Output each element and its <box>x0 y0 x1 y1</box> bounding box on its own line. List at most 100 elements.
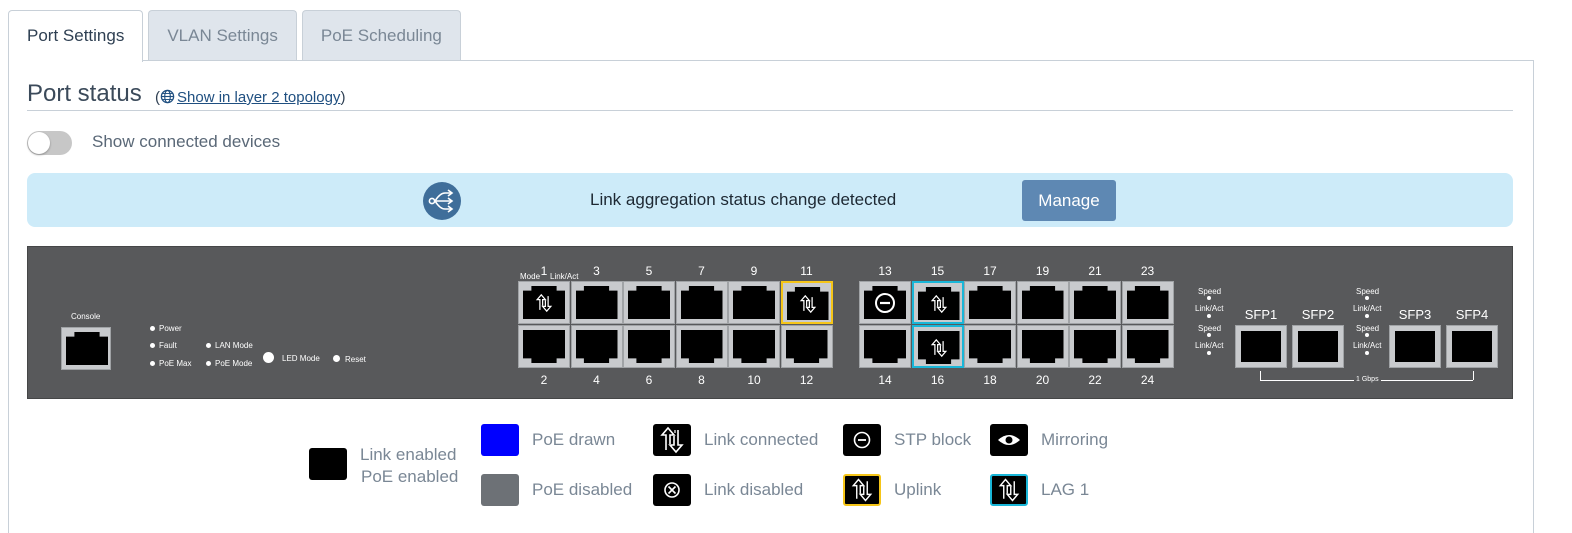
port-socket <box>680 330 723 363</box>
power-led <box>150 326 155 331</box>
page-title: Port status <box>27 80 142 107</box>
sfp12-linkact-led-2 <box>1207 351 1211 355</box>
port-number-11: 11 <box>800 264 813 278</box>
legend-link-enabled: Link enabled <box>360 445 457 464</box>
sfp12-speed-led-2 <box>1207 333 1211 337</box>
port-socket <box>1021 286 1064 319</box>
sfp2-port[interactable] <box>1292 325 1344 368</box>
globe-icon <box>160 89 175 104</box>
reset-button[interactable] <box>333 355 340 362</box>
port-24[interactable] <box>1121 325 1174 368</box>
legend-lag1: LAG 1 <box>1041 480 1090 499</box>
legend-uplink: Uplink <box>894 480 942 499</box>
port-number-13: 13 <box>878 264 892 278</box>
port-socket <box>628 286 670 319</box>
port-1[interactable] <box>518 281 570 324</box>
console-port[interactable] <box>61 327 111 370</box>
poe-mode-led <box>206 361 211 366</box>
legend-stp-block: STP block <box>894 430 972 449</box>
sfp4-label: SFP4 <box>1455 307 1489 322</box>
port-number-10: 10 <box>747 373 761 387</box>
led-mode-button[interactable] <box>263 352 274 363</box>
port-10[interactable] <box>728 325 780 368</box>
port-22[interactable] <box>1069 325 1121 368</box>
sfp12-speed-led <box>1207 296 1211 300</box>
port-socket <box>1126 286 1169 319</box>
sfp34-speed-label: Speed <box>1356 287 1380 296</box>
show-connected-devices-toggle[interactable] <box>27 131 72 155</box>
sfp1-port[interactable] <box>1235 325 1287 368</box>
legend-poe-disabled-swatch <box>481 474 519 506</box>
legend-link-enabled-swatch <box>309 448 347 480</box>
port-socket <box>575 330 618 363</box>
port-number-6: 6 <box>645 373 653 387</box>
port-number-2: 2 <box>540 373 548 387</box>
port-15[interactable] <box>911 281 964 324</box>
port-18[interactable] <box>964 325 1016 368</box>
port-21[interactable] <box>1069 281 1121 324</box>
stp-block-icon <box>843 424 881 456</box>
paren-close: ) <box>340 89 346 106</box>
port-number-24: 24 <box>1140 373 1155 387</box>
port-status-header: Port status (Show in layer 2 topology) <box>27 80 1513 111</box>
port-number-14: 14 <box>878 373 892 387</box>
lan-mode-label: LAN Mode <box>215 341 253 350</box>
poe-max-label: PoE Max <box>159 359 192 368</box>
port-socket <box>628 330 670 363</box>
tab-vlan-settings[interactable]: VLAN Settings <box>148 10 297 61</box>
sfp-speed-label: 1 Gbps <box>1354 376 1381 383</box>
sfp3-port[interactable] <box>1389 325 1441 368</box>
port-23[interactable] <box>1121 281 1174 324</box>
port-13[interactable] <box>859 281 911 324</box>
port-16[interactable] <box>911 325 964 368</box>
port-11[interactable] <box>780 281 833 324</box>
legend-poe-drawn-swatch <box>481 424 519 456</box>
port-4[interactable] <box>570 325 623 368</box>
port-17[interactable] <box>964 281 1016 324</box>
port-number-7: 7 <box>698 264 705 278</box>
port-socket <box>864 330 906 363</box>
port-20[interactable] <box>1016 325 1069 368</box>
port-socket <box>969 330 1011 363</box>
sfp1-label: SFP1 <box>1244 307 1278 322</box>
port-9[interactable] <box>728 281 780 324</box>
sfp12-linkact-label: Link/Act <box>1195 304 1224 313</box>
manage-button[interactable]: Manage <box>1022 180 1116 221</box>
sfp34-linkact-label: Link/Act <box>1353 304 1382 313</box>
console-label: Console <box>71 312 101 321</box>
sfp34-speed-label-2: Speed <box>1356 324 1380 333</box>
port-number-17: 17 <box>983 264 997 278</box>
tab-port-settings[interactable]: Port Settings <box>8 10 144 62</box>
sfp2-label: SFP2 <box>1301 307 1335 322</box>
port-3[interactable] <box>570 281 623 324</box>
fault-label: Fault <box>159 341 177 350</box>
legend-poe-disabled: PoE disabled <box>532 480 633 499</box>
port-number-19: 19 <box>1035 264 1050 278</box>
link-connected-icon <box>653 424 691 456</box>
led-mode-label: LED Mode <box>282 354 320 363</box>
port-14[interactable] <box>859 325 911 368</box>
port-number-9: 9 <box>750 264 758 278</box>
tab-poe-scheduling[interactable]: PoE Scheduling <box>301 10 461 61</box>
port-number-23: 23 <box>1140 264 1155 278</box>
port-8[interactable] <box>675 325 728 368</box>
port-number-12: 12 <box>799 373 814 387</box>
port-12[interactable] <box>780 325 833 368</box>
lag-icon <box>990 474 1028 506</box>
port-6[interactable] <box>623 325 675 368</box>
port-number-8: 8 <box>698 373 705 387</box>
link-aggregation-icon <box>423 182 461 220</box>
sfp4-port[interactable] <box>1446 325 1498 368</box>
port-7[interactable] <box>675 281 728 324</box>
port-socket <box>680 286 723 319</box>
port-number-4: 4 <box>593 373 600 387</box>
port-2[interactable] <box>518 325 570 368</box>
port-socket <box>733 286 775 319</box>
port-19[interactable] <box>1016 281 1069 324</box>
port-number-18: 18 <box>983 373 997 387</box>
port-socket <box>733 330 775 363</box>
sfp34-linkact-label-2: Link/Act <box>1353 341 1382 350</box>
tab-bar: Port Settings VLAN Settings PoE Scheduli… <box>8 10 461 62</box>
port-5[interactable] <box>623 281 675 324</box>
topology-link[interactable]: Show in layer 2 topology <box>177 89 340 106</box>
